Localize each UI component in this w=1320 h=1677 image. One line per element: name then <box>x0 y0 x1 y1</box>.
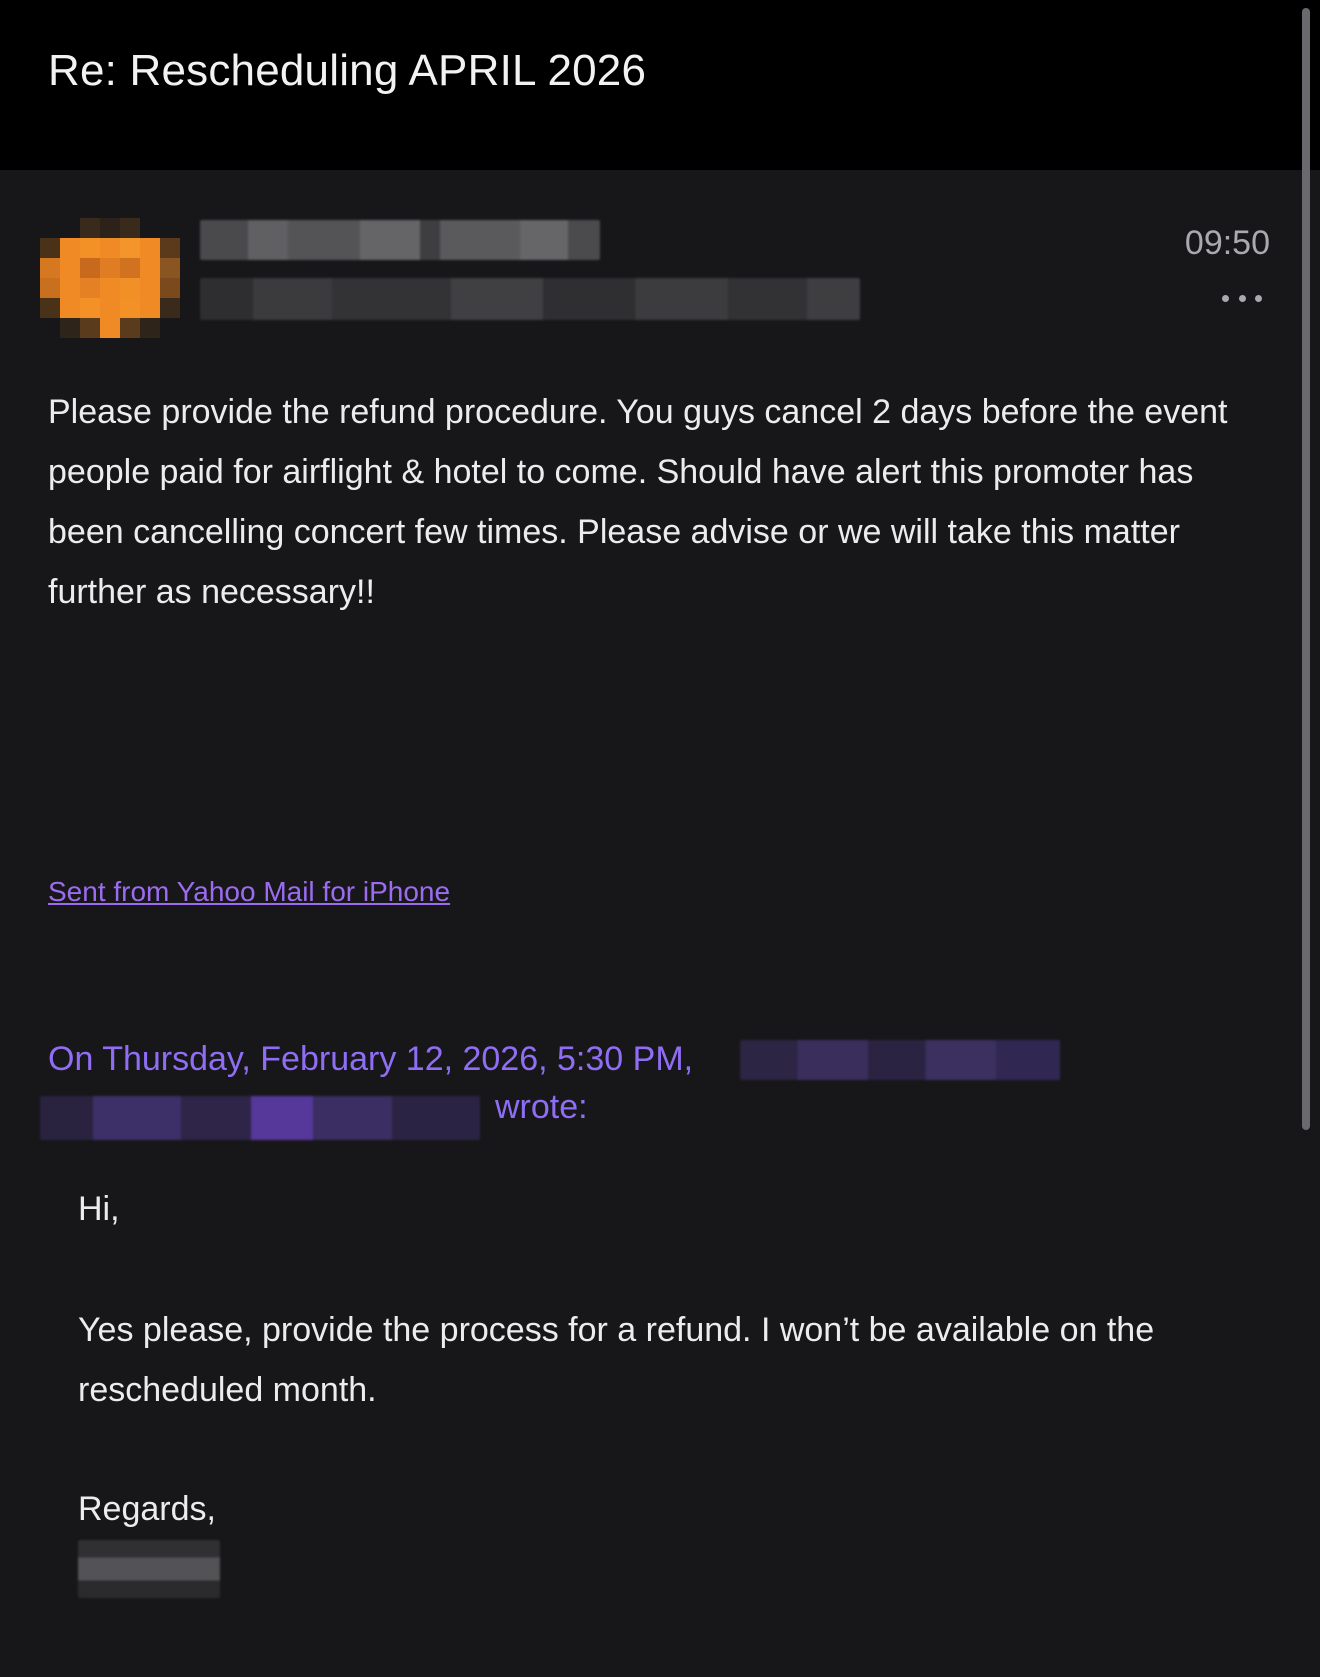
quoted-greeting: Hi, <box>78 1190 120 1228</box>
quoted-sender-email-redacted <box>40 1096 480 1140</box>
quoted-body: Yes please, provide the process for a re… <box>78 1311 1155 1409</box>
message-body: Please provide the refund procedure. You… <box>48 393 1228 611</box>
sender-email-redacted <box>200 278 860 320</box>
sender-name-redacted <box>200 220 600 260</box>
email-subject: Re: Rescheduling APRIL 2026 <box>48 46 647 95</box>
yahoo-mail-link[interactable]: Sent from Yahoo Mail for iPhone <box>48 876 450 908</box>
scrollbar[interactable] <box>1302 8 1310 1130</box>
quoted-sender-name-redacted <box>740 1040 1060 1080</box>
email-header: Re: Rescheduling APRIL 2026 <box>0 0 1320 170</box>
quote-header: On Thursday, February 12, 2026, 5:30 PM, <box>48 1040 694 1078</box>
quoted-signature-redacted <box>78 1540 220 1598</box>
quote-wrote: wrote: <box>495 1088 588 1126</box>
avatar[interactable] <box>40 218 180 338</box>
message-time: 09:50 <box>1184 224 1270 262</box>
quoted-closing: Regards, <box>78 1490 216 1528</box>
more-horizontal-icon[interactable] <box>1222 292 1262 304</box>
